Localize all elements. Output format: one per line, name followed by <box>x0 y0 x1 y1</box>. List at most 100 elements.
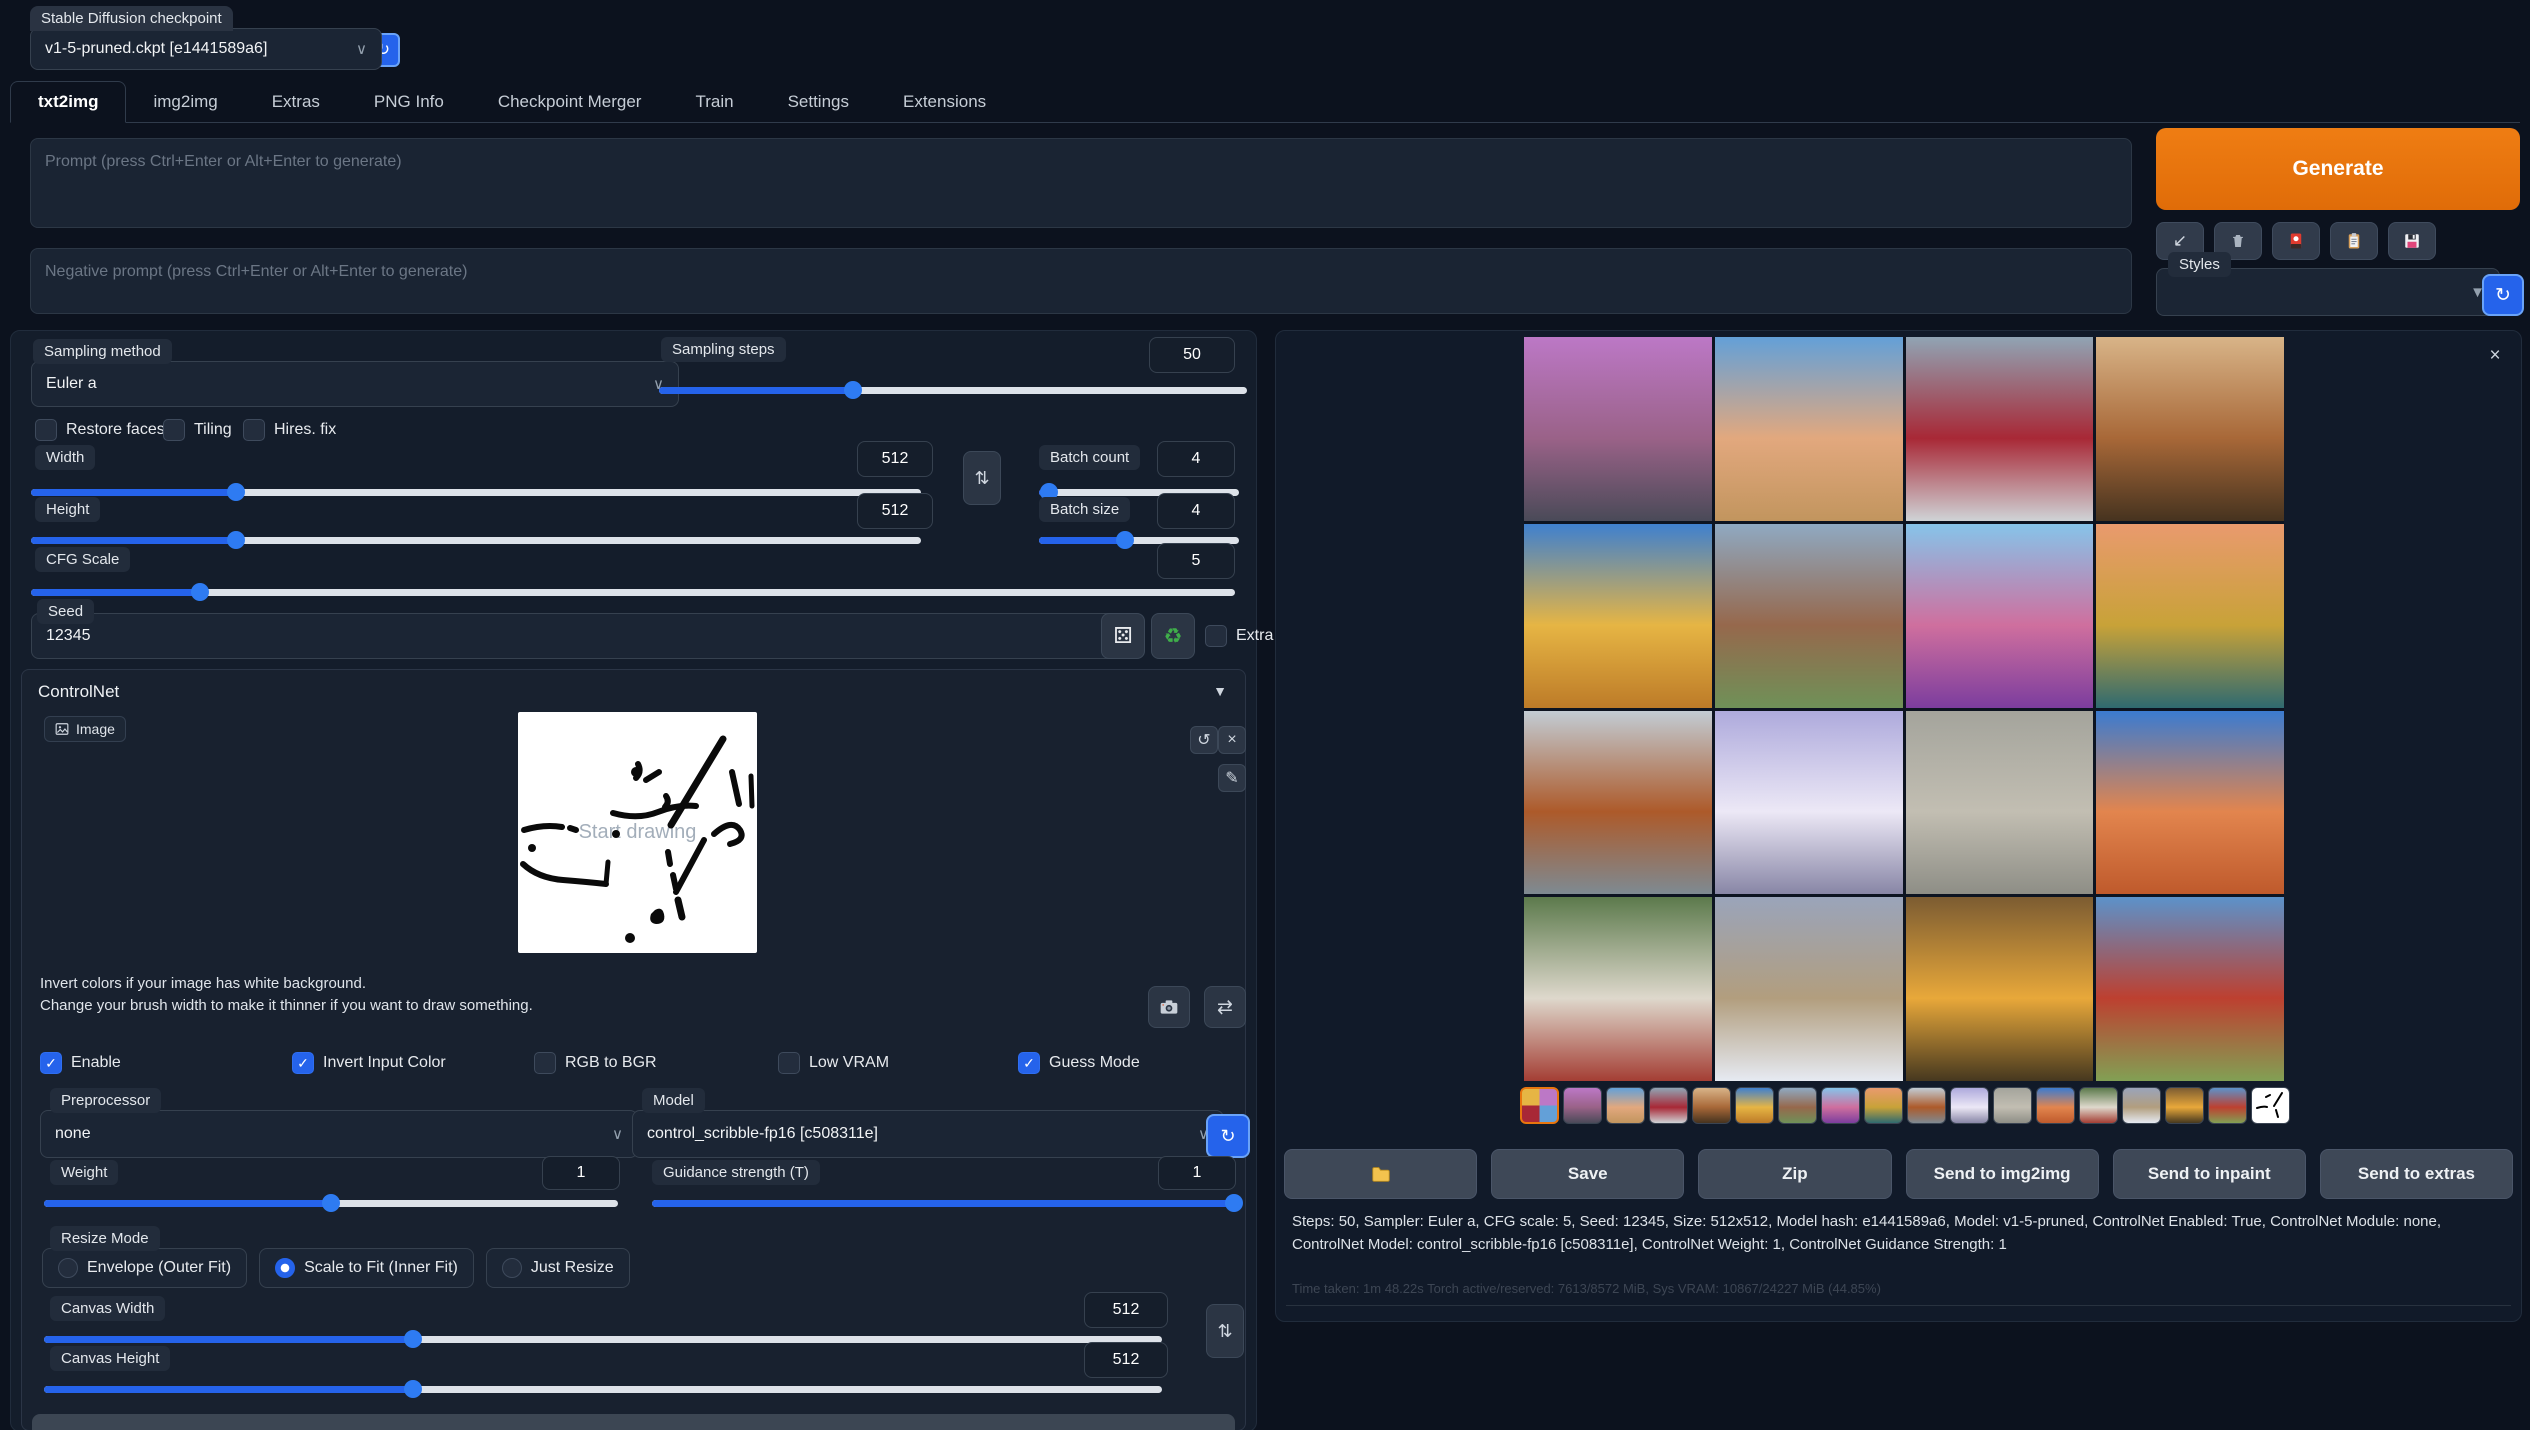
gallery-thumbnail[interactable] <box>2165 1087 2204 1124</box>
controlnet-title[interactable]: ControlNet <box>38 682 119 702</box>
cfg-scale-input[interactable]: 5 <box>1157 543 1235 579</box>
gallery-image[interactable] <box>1524 524 1712 708</box>
mirror-webcam-button[interactable]: ⇄ <box>1204 986 1246 1028</box>
generate-button[interactable]: Generate <box>2156 128 2520 210</box>
gallery-image[interactable] <box>1715 337 1903 521</box>
gallery-image[interactable] <box>1906 337 2094 521</box>
swap-canvas-dims-button[interactable]: ⇅ <box>1206 1304 1244 1358</box>
gallery-thumbnail[interactable] <box>2208 1087 2247 1124</box>
save-button[interactable]: Save <box>1491 1149 1684 1199</box>
seed-extra-checkbox[interactable]: Extra <box>1205 625 1273 647</box>
random-seed-button[interactable]: ⚄ <box>1101 613 1145 659</box>
guess-mode-checkbox[interactable]: Guess Mode <box>1018 1052 1140 1074</box>
tab-checkpoint-merger[interactable]: Checkpoint Merger <box>471 82 669 122</box>
gallery-image[interactable] <box>1524 337 1712 521</box>
tab-extras[interactable]: Extras <box>245 82 347 122</box>
tab-png-info[interactable]: PNG Info <box>347 82 471 122</box>
close-gallery-button[interactable]: × <box>2482 343 2508 369</box>
gallery-thumbnail[interactable] <box>1907 1087 1946 1124</box>
gallery-image[interactable] <box>2096 524 2284 708</box>
canvas-width-slider[interactable] <box>44 1330 1162 1348</box>
gallery-image[interactable] <box>2096 337 2284 521</box>
tab-train[interactable]: Train <box>668 82 760 122</box>
height-slider[interactable] <box>31 531 921 549</box>
hires-fix-checkbox[interactable]: Hires. fix <box>243 419 336 441</box>
gallery-image[interactable] <box>1906 524 2094 708</box>
gallery-thumbnail[interactable] <box>1778 1087 1817 1124</box>
gallery-thumbnail[interactable] <box>2079 1087 2118 1124</box>
save-style-button[interactable] <box>2388 222 2436 260</box>
sampling-steps-slider[interactable] <box>659 381 1247 399</box>
gallery-thumbnail[interactable] <box>1520 1087 1559 1124</box>
batch-size-input[interactable]: 4 <box>1157 493 1235 529</box>
cfg-scale-slider[interactable] <box>31 583 1235 601</box>
apply-styles-button[interactable] <box>2330 222 2378 260</box>
gallery-image[interactable] <box>2096 897 2284 1081</box>
refresh-controlnet-models-button[interactable]: ↻ <box>1206 1114 1250 1158</box>
preprocessor-select[interactable]: none ∨ <box>40 1110 638 1158</box>
tiling-checkbox[interactable]: Tiling <box>163 419 232 441</box>
gallery-thumbnail[interactable] <box>1821 1087 1860 1124</box>
width-slider[interactable] <box>31 483 921 501</box>
gallery-thumbnail[interactable] <box>1864 1087 1903 1124</box>
create-canvas-button-partial[interactable] <box>32 1414 1235 1430</box>
reuse-seed-button[interactable]: ♻ <box>1151 613 1195 659</box>
gallery-image[interactable] <box>1715 897 1903 1081</box>
clear-image-button[interactable]: × <box>1218 726 1246 754</box>
gallery-thumbnail[interactable] <box>1993 1087 2032 1124</box>
controlnet-scribble-canvas[interactable]: Start drawing <box>518 712 757 953</box>
webcam-button[interactable] <box>1148 986 1190 1028</box>
low-vram-checkbox[interactable]: Low VRAM <box>778 1052 889 1074</box>
width-input[interactable]: 512 <box>857 441 933 477</box>
resize-scale-to-fit-radio[interactable]: Scale to Fit (Inner Fit) <box>259 1248 474 1288</box>
controlnet-model-select[interactable]: control_scribble-fp16 [c508311e] ∨ <box>632 1110 1224 1158</box>
canvas-height-slider[interactable] <box>44 1380 1162 1398</box>
controlnet-enable-checkbox[interactable]: Enable <box>40 1052 121 1074</box>
guidance-strength-input[interactable]: 1 <box>1158 1156 1236 1190</box>
send-to-inpaint-button[interactable]: Send to inpaint <box>2113 1149 2306 1199</box>
controlnet-weight-input[interactable]: 1 <box>542 1156 620 1190</box>
gallery-image[interactable] <box>1715 524 1903 708</box>
tab-img2img[interactable]: img2img <box>126 82 244 122</box>
tab-settings[interactable]: Settings <box>761 82 876 122</box>
gallery-thumbnail[interactable] <box>1950 1087 1989 1124</box>
gallery-thumbnail[interactable] <box>1735 1087 1774 1124</box>
zip-button[interactable]: Zip <box>1698 1149 1891 1199</box>
gallery-thumbnail[interactable] <box>2251 1087 2290 1124</box>
prompt-input[interactable] <box>30 138 2132 228</box>
gallery-thumbnail[interactable] <box>1563 1087 1602 1124</box>
sampling-method-select[interactable]: Euler a ∨ <box>31 361 679 407</box>
height-input[interactable]: 512 <box>857 493 933 529</box>
gallery-thumbnail[interactable] <box>1649 1087 1688 1124</box>
tab-txt2img[interactable]: txt2img <box>10 81 126 123</box>
gallery-thumbnail[interactable] <box>1606 1087 1645 1124</box>
gallery-image[interactable] <box>1906 897 2094 1081</box>
gallery-thumbnail[interactable] <box>1692 1087 1731 1124</box>
gallery-image[interactable] <box>1524 897 1712 1081</box>
resize-just-resize-radio[interactable]: Just Resize <box>486 1248 630 1288</box>
seed-input[interactable]: 12345 <box>31 613 1123 659</box>
controlnet-image-tab[interactable]: Image <box>44 716 126 742</box>
swap-width-height-button[interactable]: ⇅ <box>963 451 1001 505</box>
negative-prompt-input[interactable] <box>30 248 2132 314</box>
extra-networks-button[interactable] <box>2272 222 2320 260</box>
restore-faces-checkbox[interactable]: Restore faces <box>35 419 165 441</box>
send-to-extras-button[interactable]: Send to extras <box>2320 1149 2513 1199</box>
refresh-styles-button[interactable]: ↻ <box>2482 274 2524 316</box>
canvas-width-input[interactable]: 512 <box>1084 1292 1168 1328</box>
gallery-image[interactable] <box>1715 711 1903 895</box>
send-to-img2img-button[interactable]: Send to img2img <box>1906 1149 2099 1199</box>
gallery-image[interactable] <box>1906 711 2094 895</box>
checkpoint-select[interactable]: v1-5-pruned.ckpt [e1441589a6] ∨ <box>30 28 382 70</box>
controlnet-weight-slider[interactable] <box>44 1194 618 1212</box>
brush-button[interactable]: ✎ <box>1218 764 1246 792</box>
gallery-image[interactable] <box>1524 711 1712 895</box>
tab-extensions[interactable]: Extensions <box>876 82 1013 122</box>
collapse-caret-icon[interactable]: ▼ <box>1213 683 1227 699</box>
guidance-strength-slider[interactable] <box>652 1194 1234 1212</box>
invert-input-color-checkbox[interactable]: Invert Input Color <box>292 1052 446 1074</box>
sampling-steps-input[interactable]: 50 <box>1149 337 1235 373</box>
open-folder-button[interactable] <box>1284 1149 1477 1199</box>
batch-count-input[interactable]: 4 <box>1157 441 1235 477</box>
gallery-thumbnail[interactable] <box>2036 1087 2075 1124</box>
